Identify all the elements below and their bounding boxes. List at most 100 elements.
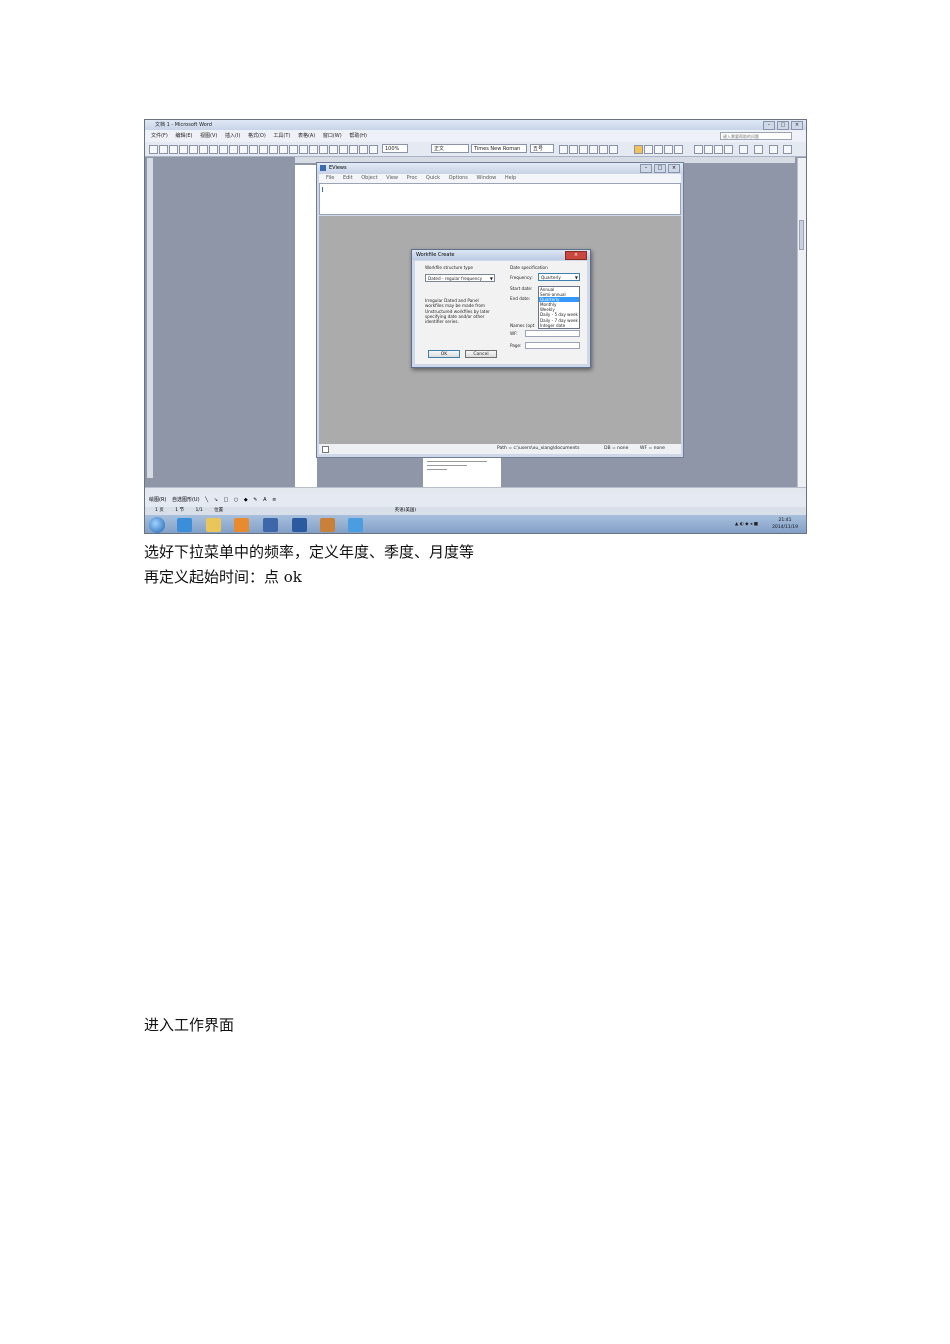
dialog-close-icon[interactable]: × — [565, 251, 587, 260]
cancel-button[interactable]: Cancel — [465, 350, 497, 358]
align-left-icon[interactable] — [634, 145, 643, 154]
menu-file[interactable]: 文件(F) — [151, 133, 168, 139]
folder-icon[interactable] — [206, 518, 221, 532]
show-hide-icon[interactable] — [349, 145, 358, 154]
preview-icon[interactable] — [189, 145, 198, 154]
enclose-char-icon[interactable] — [769, 145, 778, 154]
reading-icon[interactable] — [359, 145, 368, 154]
ev-menu-file[interactable]: File — [326, 175, 334, 181]
bold-icon[interactable] — [559, 145, 568, 154]
highlight-icon[interactable] — [739, 145, 748, 154]
paragraph-icon[interactable] — [299, 145, 308, 154]
eviews-app-icon[interactable] — [348, 518, 363, 532]
research-icon[interactable] — [369, 145, 378, 154]
start-button-icon[interactable] — [149, 517, 165, 533]
doc-map-icon[interactable] — [309, 145, 318, 154]
ev-menu-object[interactable]: Object — [361, 175, 377, 181]
close-icon[interactable]: × — [791, 121, 803, 130]
menu-format[interactable]: 格式(O) — [248, 133, 266, 139]
ie-icon[interactable] — [177, 518, 192, 532]
frequency-option[interactable]: Daily - 5 day week — [539, 312, 579, 317]
autoshape-menu[interactable]: 自选图形(U) — [172, 497, 200, 503]
help-search-input[interactable]: 键入需要帮助的问题 — [720, 132, 792, 140]
menu-view[interactable]: 视图(V) — [200, 133, 217, 139]
undo-icon[interactable] — [239, 145, 248, 154]
vertical-scrollbar[interactable] — [797, 158, 806, 488]
drawing-icon[interactable] — [279, 145, 288, 154]
line-icon[interactable]: ╲ — [205, 497, 208, 503]
wf-name-input[interactable] — [525, 330, 580, 337]
frequency-option[interactable]: Integer date — [539, 323, 579, 328]
font-color-icon[interactable]: A — [263, 497, 266, 503]
frame-icon[interactable] — [339, 145, 348, 154]
font-color-icon[interactable] — [754, 145, 763, 154]
spell-icon[interactable] — [199, 145, 208, 154]
maximize-icon[interactable]: □ — [777, 121, 789, 130]
align-center-icon[interactable] — [644, 145, 653, 154]
print-icon[interactable] — [179, 145, 188, 154]
map-icon[interactable] — [289, 145, 298, 154]
justify-icon[interactable] — [664, 145, 673, 154]
draw-menu[interactable]: 绘图(R) — [149, 497, 166, 503]
ok-button[interactable]: OK — [428, 350, 460, 358]
ev-menu-edit[interactable]: Edit — [343, 175, 353, 181]
save-app-icon[interactable] — [263, 518, 278, 532]
menu-table[interactable]: 表格(A) — [298, 133, 315, 139]
minimize-icon[interactable]: – — [763, 121, 775, 130]
line-style-icon[interactable]: ≡ — [272, 497, 276, 503]
ev-menu-options[interactable]: Options — [449, 175, 468, 181]
close-icon[interactable]: × — [668, 164, 680, 173]
new-icon[interactable] — [149, 145, 158, 154]
numbering-icon[interactable] — [694, 145, 703, 154]
copy-icon[interactable] — [219, 145, 228, 154]
menu-tools[interactable]: 工具(T) — [273, 133, 290, 139]
line-color-icon[interactable]: ✎ — [253, 497, 257, 503]
redo-icon[interactable] — [249, 145, 258, 154]
align-right-icon[interactable] — [654, 145, 663, 154]
command-window[interactable] — [319, 183, 681, 215]
ev-menu-view[interactable]: View — [386, 175, 398, 181]
char-scale-icon[interactable] — [609, 145, 618, 154]
word-app-icon[interactable] — [292, 518, 307, 532]
decrease-indent-icon[interactable] — [714, 145, 723, 154]
maximize-icon[interactable]: □ — [654, 164, 666, 173]
ev-menu-window[interactable]: Window — [477, 175, 497, 181]
zoom-select[interactable]: 100% — [382, 144, 408, 153]
table-icon[interactable] — [259, 145, 268, 154]
menu-insert[interactable]: 插入(I) — [225, 133, 240, 139]
structure-type-select[interactable]: Dated - regular frequency ▼ — [425, 274, 495, 282]
ev-menu-quick[interactable]: Quick — [426, 175, 440, 181]
paste-icon[interactable] — [229, 145, 238, 154]
frequency-select[interactable]: Quarterly ▼ — [538, 273, 580, 281]
bullets-icon[interactable] — [704, 145, 713, 154]
menu-help[interactable]: 帮助(H) — [349, 133, 367, 139]
arrow-icon[interactable]: ↘ — [214, 497, 218, 503]
close-doc-icon[interactable] — [783, 145, 792, 154]
char-border-icon[interactable] — [589, 145, 598, 154]
ev-menu-proc[interactable]: Proc — [407, 175, 418, 181]
rectangle-icon[interactable]: □ — [224, 497, 229, 503]
increase-indent-icon[interactable] — [724, 145, 733, 154]
columns-icon[interactable] — [269, 145, 278, 154]
save-icon[interactable] — [169, 145, 178, 154]
char-shading-icon[interactable] — [599, 145, 608, 154]
fill-color-icon[interactable]: ◆ — [244, 497, 248, 503]
font-select[interactable]: Times New Roman — [471, 144, 527, 153]
ev-menu-help[interactable]: Help — [505, 175, 516, 181]
scroll-thumb[interactable] — [799, 220, 804, 250]
line-spacing-icon[interactable] — [674, 145, 683, 154]
paint-app-icon[interactable] — [320, 518, 335, 532]
hyperlink-icon[interactable] — [319, 145, 328, 154]
italic-icon[interactable] — [569, 145, 578, 154]
media-player-icon[interactable] — [234, 518, 249, 532]
oval-icon[interactable]: ○ — [234, 497, 238, 503]
page-name-input[interactable] — [525, 342, 580, 349]
underline-icon[interactable] — [579, 145, 588, 154]
minimize-icon[interactable]: – — [640, 164, 652, 173]
style-select[interactable]: 正文 — [431, 144, 469, 153]
excel-icon[interactable] — [329, 145, 338, 154]
cut-icon[interactable] — [209, 145, 218, 154]
menu-edit[interactable]: 编辑(E) — [175, 133, 192, 139]
font-size-select[interactable]: 五号 — [530, 144, 554, 153]
status-checkbox[interactable] — [322, 446, 329, 453]
